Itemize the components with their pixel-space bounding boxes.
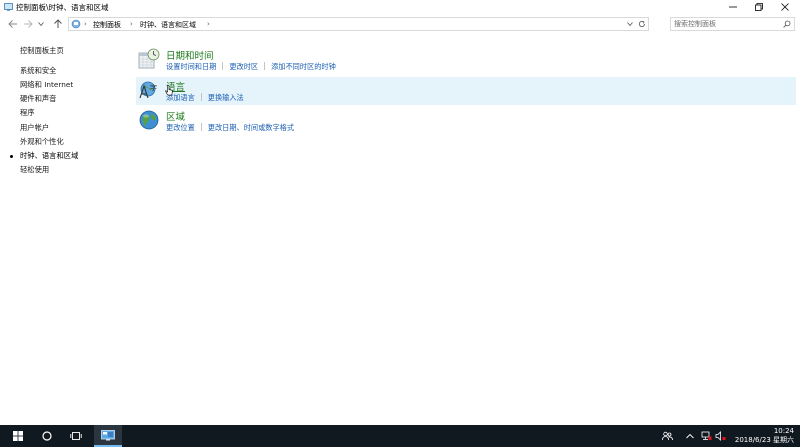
- network-icon: [701, 431, 711, 440]
- task-view-button[interactable]: [64, 425, 88, 447]
- control-panel-location-icon: [71, 19, 81, 31]
- nav-programs[interactable]: 程序: [20, 108, 35, 118]
- link-change-time-zone[interactable]: 更改时区: [229, 62, 258, 71]
- address-bar[interactable]: › 控制面板 › 时钟、语言和区域 ›: [68, 17, 649, 31]
- mouse-cursor-icon: [165, 84, 173, 98]
- people-button[interactable]: [660, 425, 674, 447]
- breadcrumb-separator: ›: [84, 20, 87, 28]
- minimize-button[interactable]: [720, 0, 746, 14]
- system-clock[interactable]: 10:24 2018/6/23 星期六: [735, 427, 794, 445]
- link-set-time-date[interactable]: 设置时间和日期: [166, 62, 216, 71]
- nav-appearance-personalization[interactable]: 外观和个性化: [20, 137, 64, 147]
- link-divider: [264, 62, 266, 70]
- control-panel-icon: [101, 429, 115, 440]
- svg-text:字: 字: [150, 83, 157, 92]
- category-links: 设置时间和日期 更改时区 添加不同时区的时钟: [166, 62, 336, 72]
- link-divider: [222, 62, 224, 70]
- recent-locations-button[interactable]: [37, 18, 45, 30]
- taskbar-control-panel-button[interactable]: [94, 425, 122, 447]
- breadcrumb-separator: ›: [207, 20, 210, 28]
- nav-ease-of-access[interactable]: 轻松使用: [20, 165, 49, 175]
- volume-button[interactable]: [713, 425, 727, 447]
- category-title[interactable]: 日期和时间: [166, 48, 214, 62]
- breadcrumb-current[interactable]: 时钟、语言和区域: [140, 20, 196, 30]
- category-language: 字 语言 添加语言 更换输入法: [136, 77, 796, 105]
- breadcrumb-control-panel[interactable]: 控制面板: [93, 20, 121, 30]
- people-icon: [661, 431, 673, 441]
- clock-date: 2018/6/23 星期六: [734, 436, 794, 444]
- clock-time: 10:24: [773, 427, 794, 435]
- chevron-down-icon: [38, 22, 44, 27]
- close-button[interactable]: [772, 0, 798, 14]
- start-button[interactable]: [6, 425, 30, 447]
- link-add-clocks[interactable]: 添加不同时区的时钟: [271, 62, 336, 71]
- language-icon: 字: [138, 79, 160, 103]
- show-hidden-icons-button[interactable]: [684, 425, 696, 447]
- category-title[interactable]: 区域: [166, 109, 185, 123]
- network-button[interactable]: [699, 425, 713, 447]
- region-globe-icon: [138, 109, 160, 133]
- search-input[interactable]: [674, 19, 778, 29]
- nav-network-internet[interactable]: 网络和 Internet: [20, 80, 73, 90]
- window-title: 控制面板\时钟、语言和区域: [16, 3, 109, 12]
- chevron-up-icon: [686, 433, 694, 439]
- forward-button[interactable]: [22, 18, 34, 30]
- navigation-bar: › 控制面板 › 时钟、语言和区域 ›: [0, 14, 800, 34]
- nav-user-accounts[interactable]: 用户帐户: [20, 123, 49, 133]
- link-divider: [200, 93, 202, 101]
- link-change-input-methods[interactable]: 更换输入法: [208, 93, 244, 102]
- category-region: 区域 更改位置 更改日期、时间或数字格式: [136, 107, 796, 135]
- breadcrumb-separator: ›: [130, 20, 133, 28]
- nav-clock-language-region[interactable]: 时钟、语言和区域: [20, 151, 78, 161]
- nav-system-security[interactable]: 系统和安全: [20, 66, 56, 76]
- volume-icon: [715, 431, 725, 441]
- search-box[interactable]: [670, 17, 795, 31]
- nav-hardware-sound[interactable]: 硬件和声音: [20, 94, 56, 104]
- category-date-time: 日期和时间 设置时间和日期 更改时区 添加不同时区的时钟: [136, 46, 796, 74]
- refresh-button[interactable]: [637, 18, 647, 30]
- up-arrow-icon: [54, 19, 62, 28]
- cortana-circle-icon: [42, 431, 52, 441]
- input-indicator[interactable]: [728, 425, 734, 447]
- chevron-down-icon: [627, 22, 633, 27]
- link-change-location[interactable]: 更改位置: [166, 123, 195, 132]
- link-divider: [200, 123, 202, 131]
- category-links: 更改位置 更改日期、时间或数字格式: [166, 123, 294, 133]
- windows-logo-icon: [13, 431, 23, 441]
- refresh-icon: [638, 20, 645, 27]
- category-links: 添加语言 更换输入法: [166, 93, 244, 103]
- back-button[interactable]: [7, 18, 19, 30]
- up-button[interactable]: [52, 18, 64, 30]
- date-time-icon: [138, 48, 160, 72]
- cortana-button[interactable]: [35, 425, 59, 447]
- address-dropdown-button[interactable]: [625, 18, 635, 30]
- maximize-button[interactable]: [746, 0, 772, 14]
- title-bar: 控制面板\时钟、语言和区域: [0, 0, 800, 14]
- search-icon[interactable]: [783, 20, 791, 30]
- link-change-formats[interactable]: 更改日期、时间或数字格式: [208, 123, 294, 132]
- back-arrow-icon: [8, 20, 17, 28]
- task-view-icon: [70, 432, 82, 440]
- taskbar: 10:24 2018/6/23 星期六: [0, 425, 800, 447]
- current-item-bullet: [10, 155, 13, 158]
- control-panel-icon: [4, 3, 13, 11]
- forward-arrow-icon: [24, 20, 33, 28]
- nav-control-panel-home[interactable]: 控制面板主页: [20, 46, 64, 56]
